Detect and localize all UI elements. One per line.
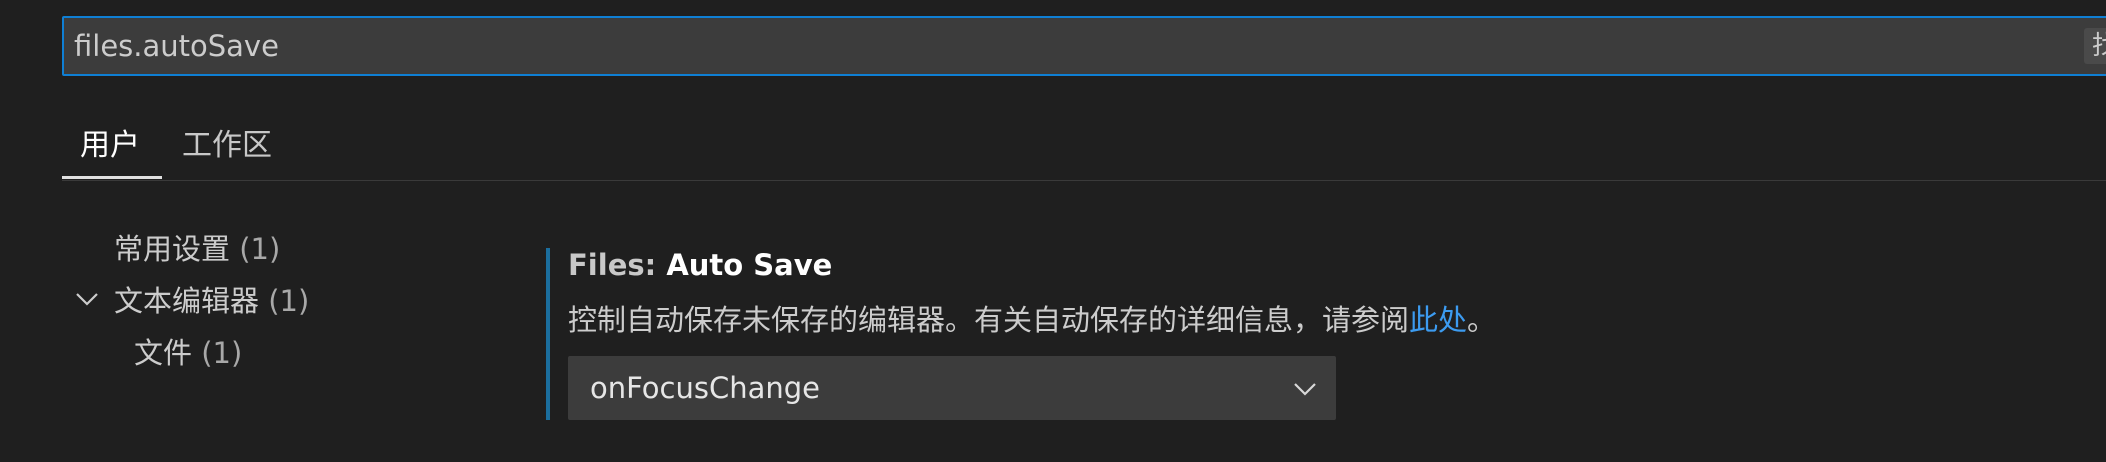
tree-item-commonly-used[interactable]: 常用设置 (1): [114, 226, 280, 268]
tree-item-count: (1): [201, 336, 243, 370]
setting-name: Auto Save: [666, 248, 833, 282]
tree-item-label: 文本编辑器: [114, 284, 260, 318]
settings-search-box[interactable]: 找: [62, 16, 2106, 76]
chevron-down-icon[interactable]: [74, 286, 100, 312]
settings-scope-tabs: 用户 工作区: [62, 100, 2106, 181]
auto-save-select[interactable]: onFocusChange: [568, 356, 1336, 420]
setting-focus-indicator: [546, 248, 550, 420]
tree-item-text-editor[interactable]: 文本编辑器 (1): [114, 278, 309, 320]
setting-category: Files:: [568, 248, 667, 282]
tree-item-count: (1): [239, 232, 281, 266]
setting-description-link[interactable]: 此处: [1409, 303, 1467, 337]
settings-search-input[interactable]: [74, 18, 2034, 74]
setting-description: 控制自动保存未保存的编辑器。有关自动保存的详细信息，请参阅此处。: [568, 297, 1496, 339]
tab-workspace[interactable]: 工作区: [182, 120, 272, 164]
tab-user[interactable]: 用户: [80, 120, 140, 164]
tree-item-files[interactable]: 文件 (1): [134, 330, 242, 372]
chevron-down-icon: [1294, 383, 1316, 396]
search-results-badge: 找: [2084, 28, 2106, 64]
tree-item-label: 常用设置: [114, 232, 231, 266]
setting-description-text: 控制自动保存未保存的编辑器。有关自动保存的详细信息，请参阅: [568, 303, 1410, 337]
tree-item-label: 文件: [134, 336, 193, 370]
setting-title: Files: Auto Save: [568, 248, 832, 282]
tab-user-active-indicator: [62, 176, 162, 179]
settings-editor: 找 用户 工作区 常用设置 (1) 文本编辑器 (1) 文件 (1) Files…: [0, 0, 2106, 462]
tree-item-count: (1): [268, 284, 310, 318]
auto-save-selected-value: onFocusChange: [590, 371, 820, 405]
setting-description-suffix: 。: [1467, 303, 1497, 337]
